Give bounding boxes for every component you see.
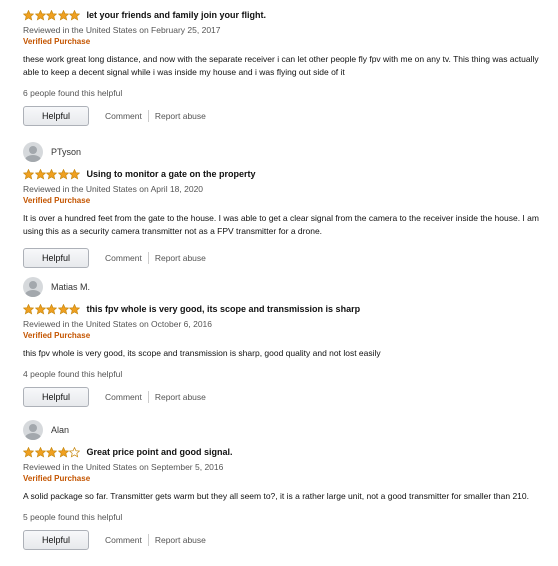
review-body: A solid package so far. Transmitter gets…: [23, 491, 529, 501]
review-date: Reviewed in the United States on Septemb…: [23, 462, 224, 472]
star-filled-icon: [34, 303, 46, 314]
divider: [147, 252, 149, 264]
star-filled-icon: [46, 446, 57, 457]
verified-purchase-badge: Verified Purchase: [23, 37, 91, 46]
review-3: Matias M. this fpv whole is very good, i…: [23, 276, 543, 408]
review-title[interactable]: let your friends and family join your fl…: [87, 10, 267, 20]
review-4: Alan Great price point and good signal. …: [23, 419, 543, 551]
review-title-line: this fpv whole is very good, its scope a…: [23, 302, 543, 316]
review-body: It is over a hundred feet from the gate …: [23, 213, 539, 236]
verified-purchase-badge: Verified Purchase: [23, 474, 91, 483]
review-title-line: let your friends and family join your fl…: [23, 8, 543, 22]
avatar: [23, 277, 43, 297]
star-filled-icon: [23, 9, 34, 20]
helpful-count: 4 people found this helpful: [23, 369, 123, 379]
star-rating: [23, 9, 81, 21]
divider: [147, 110, 149, 122]
star-filled-icon: [57, 303, 69, 314]
star-filled-icon: [23, 446, 34, 457]
review-2: PTyson Using to monitor a gate on the pr…: [23, 141, 543, 269]
reviewer-profile[interactable]: PTyson: [23, 141, 543, 163]
star-filled-icon: [46, 168, 57, 179]
star-filled-icon: [69, 168, 80, 179]
star-filled-icon: [69, 9, 80, 20]
review-actions: Helpful Comment Report abuse: [23, 247, 543, 269]
report-abuse-link[interactable]: Report abuse: [155, 111, 206, 121]
helpful-button[interactable]: Helpful: [23, 248, 89, 268]
review-actions: Helpful Comment Report abuse: [23, 386, 543, 408]
helpful-button[interactable]: Helpful: [23, 387, 89, 407]
review-actions: Helpful Comment Report abuse: [23, 105, 543, 127]
star-filled-icon: [34, 446, 46, 457]
report-abuse-link[interactable]: Report abuse: [155, 535, 206, 545]
helpful-button[interactable]: Helpful: [23, 106, 89, 126]
star-filled-icon: [23, 303, 34, 314]
review-1: let your friends and family join your fl…: [23, 8, 543, 127]
star-filled-icon: [46, 9, 57, 20]
reviewer-name[interactable]: Alan: [51, 425, 69, 435]
review-date: Reviewed in the United States on April 1…: [23, 184, 204, 194]
star-filled-icon: [34, 9, 46, 20]
reviewer-profile[interactable]: Matias M.: [23, 276, 543, 298]
review-title-line: Using to monitor a gate on the property: [23, 167, 543, 181]
review-title[interactable]: Using to monitor a gate on the property: [87, 169, 256, 179]
comment-link[interactable]: Comment: [105, 253, 142, 263]
reviewer-profile[interactable]: Alan: [23, 419, 543, 441]
review-date: Reviewed in the United States on October…: [23, 319, 213, 329]
reviewer-name[interactable]: PTyson: [51, 147, 81, 157]
helpful-count: 6 people found this helpful: [23, 88, 123, 98]
review-title[interactable]: this fpv whole is very good, its scope a…: [87, 304, 361, 314]
star-filled-icon: [57, 9, 69, 20]
comment-link[interactable]: Comment: [105, 392, 142, 402]
star-filled-icon: [23, 168, 34, 179]
star-filled-icon: [57, 446, 69, 457]
divider: [147, 391, 149, 403]
helpful-button[interactable]: Helpful: [23, 530, 89, 550]
star-empty-icon: [69, 446, 80, 457]
star-rating: [23, 303, 81, 315]
star-filled-icon: [34, 168, 46, 179]
divider: [147, 534, 149, 546]
review-actions: Helpful Comment Report abuse: [23, 529, 543, 551]
comment-link[interactable]: Comment: [105, 111, 142, 121]
star-rating: [23, 446, 81, 458]
review-title[interactable]: Great price point and good signal.: [87, 447, 233, 457]
review-body: these work great long distance, and now …: [23, 54, 539, 77]
review-date: Reviewed in the United States on Februar…: [23, 25, 221, 35]
reviewer-name[interactable]: Matias M.: [51, 282, 90, 292]
verified-purchase-badge: Verified Purchase: [23, 331, 91, 340]
verified-purchase-badge: Verified Purchase: [23, 196, 91, 205]
star-filled-icon: [46, 303, 57, 314]
star-filled-icon: [57, 168, 69, 179]
helpful-count: 5 people found this helpful: [23, 512, 123, 522]
comment-link[interactable]: Comment: [105, 535, 142, 545]
star-filled-icon: [69, 303, 80, 314]
star-rating: [23, 168, 81, 180]
review-title-line: Great price point and good signal.: [23, 445, 543, 459]
report-abuse-link[interactable]: Report abuse: [155, 253, 206, 263]
review-body: this fpv whole is very good, its scope a…: [23, 348, 381, 358]
avatar: [23, 142, 43, 162]
report-abuse-link[interactable]: Report abuse: [155, 392, 206, 402]
avatar: [23, 420, 43, 440]
